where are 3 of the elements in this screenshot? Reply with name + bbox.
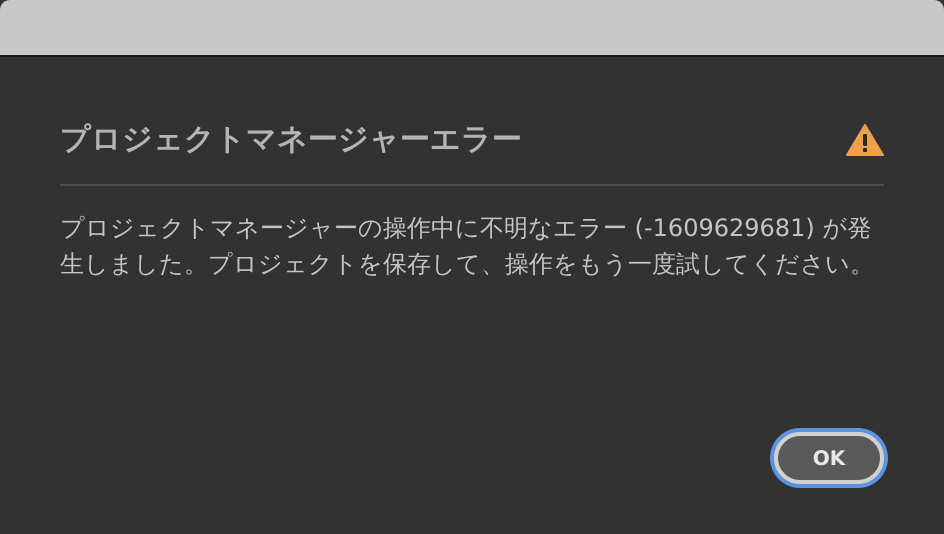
warning-icon	[846, 122, 884, 156]
dialog-title: プロジェクトマネージャーエラー	[60, 121, 522, 159]
error-message: プロジェクトマネージャーの操作中に不明なエラー (-1609629681) が発生しました。プロジェクトを保存して、操作をもう一度試してください。	[60, 213, 875, 280]
